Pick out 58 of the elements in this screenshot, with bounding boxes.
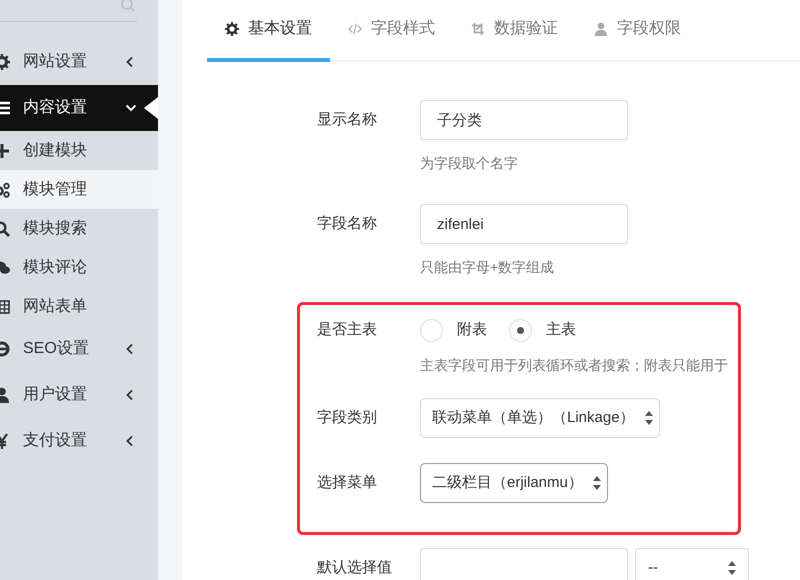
tab[interactable]: 字段样式 bbox=[330, 0, 453, 62]
tab[interactable]: 字段权限 bbox=[576, 0, 699, 62]
gear-icon bbox=[225, 22, 239, 36]
sidebar-subitem[interactable]: 网站表单 bbox=[0, 287, 158, 326]
crop-icon bbox=[471, 22, 485, 36]
sidebar-menu-item[interactable]: 内容设置 bbox=[0, 85, 158, 131]
person-icon bbox=[594, 22, 608, 36]
text-field[interactable]: 子分类 bbox=[420, 100, 628, 140]
radio-option[interactable]: 附表 bbox=[420, 319, 487, 342]
field-label: 选择菜单 bbox=[317, 472, 378, 493]
help-text: 为字段取个名字 bbox=[420, 154, 519, 173]
chevron-left-icon bbox=[126, 56, 134, 68]
menu-label: 网站表单 bbox=[23, 296, 87, 316]
menu-label: SEO设置 bbox=[23, 339, 89, 359]
sidebar-menu-item[interactable]: 网站设置 bbox=[0, 39, 158, 85]
sidebar-menu-item[interactable]: SEO设置 bbox=[0, 326, 158, 372]
field-label: 显示名称 bbox=[317, 110, 378, 130]
chevron-left-icon bbox=[126, 435, 134, 447]
select-arrows-icon bbox=[728, 561, 736, 575]
chevron-left-icon bbox=[126, 389, 134, 401]
menu-label: 用户设置 bbox=[23, 384, 87, 405]
select-field[interactable]: -- bbox=[635, 548, 749, 580]
field-label: 是否主表 bbox=[317, 320, 378, 340]
select-field[interactable]: 联动菜单（单选）（Linkage） bbox=[420, 398, 660, 438]
sidebar-subitem[interactable]: 模块搜索 bbox=[0, 209, 158, 248]
sidebar-subitem[interactable]: 创建模块 bbox=[0, 131, 158, 170]
sidebar-menu-item[interactable]: 支付设置 bbox=[0, 418, 158, 464]
menu-label: 创建模块 bbox=[23, 140, 87, 160]
search-icon bbox=[121, 0, 135, 12]
radio-option[interactable]: 主表 bbox=[509, 319, 576, 342]
help-text: 只能由字母+数字组成 bbox=[420, 258, 556, 277]
menu-label: 模块管理 bbox=[23, 180, 87, 200]
select-arrows-icon bbox=[592, 476, 601, 490]
select-arrows-icon bbox=[644, 411, 653, 425]
field-label: 默认选择值 bbox=[317, 558, 393, 578]
radio-button[interactable] bbox=[509, 319, 532, 342]
help-text: 主表字段可用于列表循环或者搜索；附表只能用于 bbox=[420, 356, 729, 375]
text-field[interactable]: zifenlei bbox=[420, 204, 628, 244]
tab[interactable]: 数据验证 bbox=[453, 0, 576, 62]
search-field[interactable] bbox=[0, 0, 137, 22]
code-icon bbox=[348, 22, 362, 36]
menu-label: 模块搜索 bbox=[23, 218, 87, 238]
field-label: 字段类别 bbox=[317, 408, 378, 428]
radio-button[interactable] bbox=[420, 319, 443, 342]
select-field[interactable]: 二级栏目（erjilanmu） bbox=[420, 463, 608, 503]
menu-label: 模块评论 bbox=[23, 258, 87, 278]
sidebar-subitem[interactable]: 模块管理 bbox=[0, 170, 158, 209]
pointer-notch-icon bbox=[144, 97, 158, 119]
text-field[interactable] bbox=[420, 548, 628, 580]
menu-label: 内容设置 bbox=[23, 98, 87, 118]
menu-label: 网站设置 bbox=[23, 52, 87, 72]
chevron-left-icon bbox=[126, 343, 134, 355]
field-label: 字段名称 bbox=[317, 214, 378, 234]
menu-label: 支付设置 bbox=[23, 430, 87, 451]
tab[interactable]: 基本设置 bbox=[207, 0, 330, 62]
chevron-down-icon bbox=[125, 104, 137, 112]
sidebar-subitem[interactable]: 模块评论 bbox=[0, 248, 158, 287]
sidebar-menu-item[interactable]: 用户设置 bbox=[0, 372, 158, 418]
